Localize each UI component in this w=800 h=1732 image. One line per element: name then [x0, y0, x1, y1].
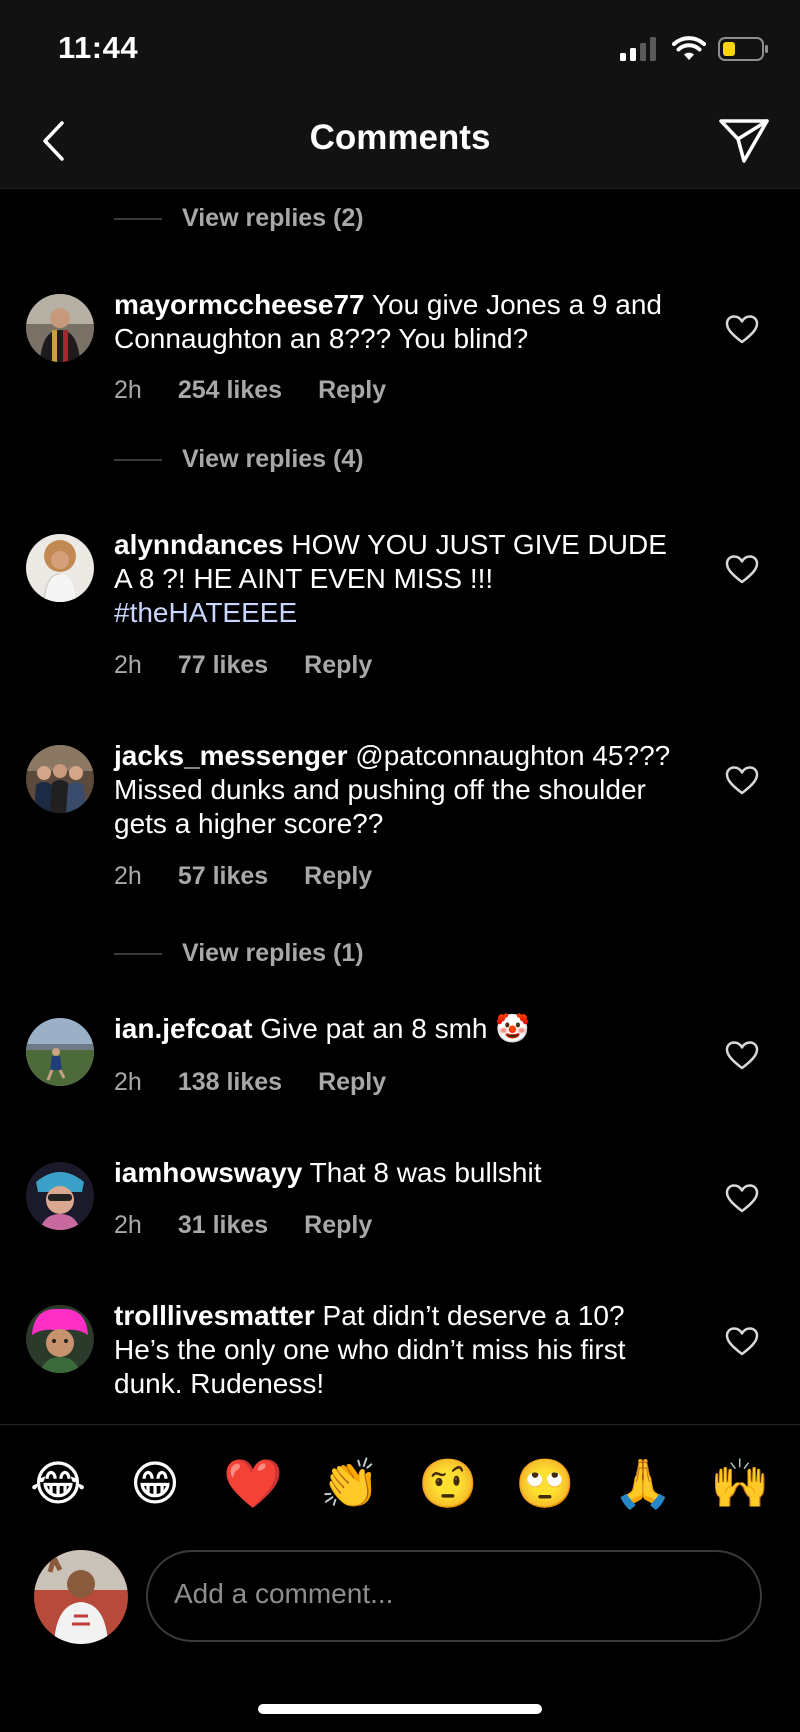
avatar-image [26, 745, 94, 813]
avatar-image [26, 1305, 94, 1373]
reply-button[interactable]: Reply [304, 1211, 372, 1240]
emoji-button[interactable]: 😁 [123, 1453, 187, 1517]
heart-outline-icon[interactable] [724, 763, 760, 799]
comments-header: Comments [0, 96, 800, 189]
comment-composer: Add a comment... [0, 1544, 800, 1654]
like-count[interactable]: 138 likes [178, 1068, 282, 1097]
avatar[interactable] [26, 1018, 94, 1086]
emoji-quick-bar: 😂 😁 ❤️ 👏 🤨 🙄 🙏 🙌 [0, 1424, 800, 1545]
comment-meta: 2h 254 likes Reply [114, 376, 422, 405]
avatar-image [26, 1162, 94, 1230]
comment-username[interactable]: jacks_messenger [114, 740, 348, 771]
comment-time: 2h [114, 862, 142, 890]
reply-thread-line [114, 952, 162, 955]
heart-outline-icon[interactable] [724, 1324, 760, 1360]
like-count[interactable]: 254 likes [178, 376, 282, 405]
avatar[interactable] [26, 1162, 94, 1230]
status-icons [620, 36, 770, 62]
avatar-image [34, 1550, 128, 1644]
avatar[interactable] [26, 534, 94, 602]
avatar-image [26, 294, 94, 362]
view-replies-button[interactable]: View replies (4) [114, 445, 364, 474]
wifi-icon [672, 36, 706, 60]
view-replies-label: View replies (1) [182, 939, 364, 967]
reply-button[interactable]: Reply [304, 651, 372, 680]
paper-plane-icon [719, 119, 769, 163]
comment-meta: 2h 57 likes Reply [114, 862, 408, 891]
share-button[interactable] [716, 112, 772, 168]
reply-thread-line [114, 458, 162, 461]
emoji-button[interactable]: 🤨 [416, 1453, 480, 1517]
avatar-image [26, 534, 94, 602]
avatar[interactable] [26, 1305, 94, 1373]
home-indicator[interactable] [258, 1704, 542, 1714]
comment-time: 2h [114, 1068, 142, 1096]
like-count[interactable]: 31 likes [178, 1211, 268, 1240]
comment-input-placeholder: Add a comment... [174, 1578, 394, 1609]
heart-outline-icon[interactable] [724, 1038, 760, 1074]
comment-time: 2h [114, 376, 142, 404]
avatar[interactable] [26, 294, 94, 362]
comment-username[interactable]: mayormccheese77 [114, 289, 365, 320]
reply-button[interactable]: Reply [318, 376, 386, 405]
heart-outline-icon[interactable] [724, 1181, 760, 1217]
heart-outline-icon[interactable] [724, 312, 760, 348]
emoji-button[interactable]: 🙄 [513, 1453, 577, 1517]
emoji-button[interactable]: 🙌 [708, 1453, 772, 1517]
comment-text: That 8 was bullshit [309, 1157, 542, 1188]
emoji-button[interactable]: 😂 [26, 1453, 90, 1517]
view-replies-label: View replies (2) [182, 204, 364, 232]
emoji-button[interactable]: 👏 [318, 1453, 382, 1517]
like-count[interactable]: 57 likes [178, 862, 268, 891]
reply-thread-line [114, 217, 162, 220]
page-title: Comments [309, 118, 491, 157]
comment-meta: 2h 138 likes Reply [114, 1068, 422, 1097]
comment-username[interactable]: trolllivesmatter [114, 1300, 315, 1331]
comment-username[interactable]: iamhowswayy [114, 1157, 302, 1188]
reply-button[interactable]: Reply [304, 862, 372, 891]
comment-hashtag[interactable]: #theHATEEEE [114, 597, 297, 628]
cellular-signal-icon [620, 37, 656, 61]
comment-meta: 2h 31 likes Reply [114, 1211, 408, 1240]
avatar[interactable] [26, 745, 94, 813]
comment-input[interactable]: Add a comment... [146, 1550, 762, 1642]
emoji-button[interactable]: 🙏 [611, 1453, 675, 1517]
emoji-button[interactable]: ❤️ [221, 1453, 285, 1517]
view-replies-button[interactable]: View replies (2) [114, 204, 364, 233]
view-replies-label: View replies (4) [182, 445, 364, 473]
comment-meta: 2h 77 likes Reply [114, 651, 408, 680]
comment-text: Give pat an 8 smh 🤡 [260, 1013, 531, 1044]
comment-time: 2h [114, 1211, 142, 1239]
comment-username[interactable]: ian.jefcoat [114, 1013, 252, 1044]
battery-low-icon [718, 37, 768, 61]
reply-button[interactable]: Reply [318, 1068, 386, 1097]
heart-outline-icon[interactable] [724, 552, 760, 588]
status-bar: 11:44 [0, 0, 800, 96]
status-time: 11:44 [58, 30, 139, 65]
like-count[interactable]: 77 likes [178, 651, 268, 680]
comment-time: 2h [114, 651, 142, 679]
avatar-image [26, 1018, 94, 1086]
comment-username[interactable]: alynndances [114, 529, 284, 560]
comments-list: View replies (2) mayormccheese77 You giv… [0, 188, 800, 1424]
my-avatar [34, 1550, 128, 1644]
view-replies-button[interactable]: View replies (1) [114, 939, 364, 968]
